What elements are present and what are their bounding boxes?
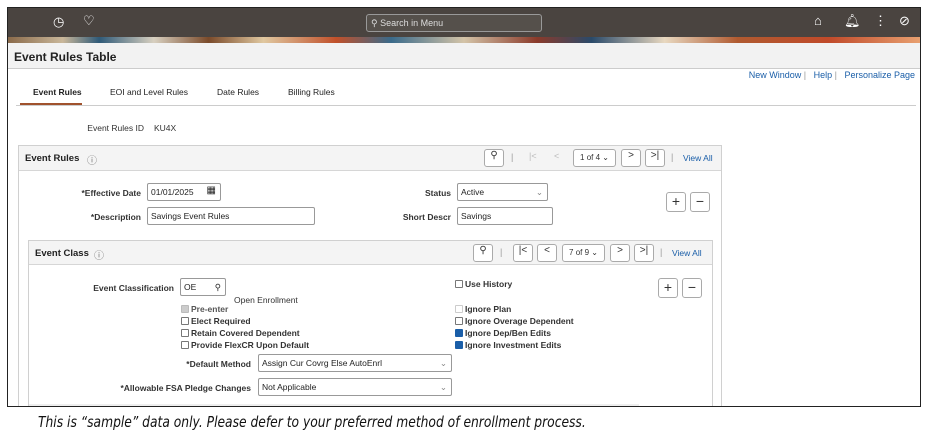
last-button[interactable]: >|	[634, 244, 654, 262]
previous-button[interactable]: <	[537, 244, 557, 262]
effective-date-label: *Effective Date	[81, 188, 141, 198]
row-pager-select[interactable]: 7 of 9 ⌄	[562, 244, 605, 262]
notifications-icon[interactable]: 🔔︎	[844, 13, 861, 29]
tab-event-rules[interactable]: Event Rules	[33, 87, 82, 97]
event-classification-label: Event Classification	[93, 283, 174, 293]
navigator-icon[interactable]: ⊘	[899, 13, 910, 29]
delete-row-button[interactable]: −	[682, 278, 702, 298]
previous-button[interactable]: <	[554, 151, 559, 161]
event-rules-panel: Event Rules ⓘ ⚲ | |< < 1 of 4 ⌄ > >| | V…	[18, 145, 722, 406]
next-button[interactable]: >	[610, 244, 630, 262]
event-class-title: Event Class	[35, 248, 89, 259]
ignore-plan-checkbox[interactable]: Ignore Plan	[455, 303, 574, 315]
history-icon[interactable]: ◷	[53, 14, 64, 30]
pre-enter-checkbox[interactable]: Pre-enter	[181, 303, 309, 315]
first-button[interactable]: |<	[529, 151, 537, 161]
help-icon[interactable]: ⓘ	[94, 247, 104, 262]
find-button[interactable]: ⚲	[473, 244, 493, 262]
find-button[interactable]: ⚲	[484, 149, 504, 167]
event-rules-id-value: KU4X	[154, 123, 177, 133]
tab-eoi-level-rules[interactable]: EOI and Level Rules	[110, 87, 188, 97]
delete-row-button[interactable]: −	[690, 192, 710, 212]
short-descr-label: Short Descr	[402, 212, 451, 222]
search-icon: ⚲	[371, 18, 381, 28]
actions-icon[interactable]: ⋮	[874, 13, 887, 29]
row-pager-select[interactable]: 1 of 4 ⌄	[573, 149, 616, 167]
lookup-icon[interactable]: ⚲	[215, 282, 221, 293]
personalize-page-link[interactable]: Personalize Page	[844, 70, 915, 80]
calendar-icon[interactable]: ▦	[207, 185, 216, 196]
status-label: Status	[425, 188, 451, 198]
add-row-button[interactable]: +	[666, 192, 686, 212]
event-classification-input[interactable]: OE ⚲	[180, 278, 226, 296]
provide-flexcr-checkbox[interactable]: Provide FlexCR Upon Default	[181, 339, 309, 351]
first-button[interactable]: |<	[513, 244, 533, 262]
top-navbar: ◷ ♡ ⚲ Search in Menu ⌂ 🔔︎ ⋮ ⊘	[8, 8, 920, 37]
view-all-link[interactable]: View All	[683, 153, 713, 163]
description-label: *Description	[90, 212, 141, 222]
left-checkbox-group: Pre-enter Elect Required Retain Covered …	[181, 303, 309, 351]
event-rules-id-label: Event Rules ID	[87, 123, 144, 133]
ignore-overage-dependent-checkbox[interactable]: Ignore Overage Dependent	[455, 315, 574, 327]
scroll-region	[29, 404, 639, 406]
default-method-label: *Default Method	[186, 359, 251, 369]
right-checkbox-group: Ignore Plan Ignore Overage Dependent Ign…	[455, 303, 574, 351]
elect-required-checkbox[interactable]: Elect Required	[181, 315, 309, 327]
home-icon[interactable]: ⌂	[814, 13, 822, 28]
event-rules-title: Event Rules	[25, 153, 80, 164]
default-method-select[interactable]: Assign Cur Covrg Else AutoEnrl ⌄	[258, 354, 452, 372]
favorites-icon[interactable]: ♡	[83, 13, 95, 29]
page-title: Event Rules Table	[14, 50, 117, 64]
help-link[interactable]: Help	[814, 70, 833, 80]
ignore-dep-ben-edits-checkbox[interactable]: Ignore Dep/Ben Edits	[455, 327, 574, 339]
title-bar: Event Rules Table	[8, 43, 920, 69]
app-window: ◷ ♡ ⚲ Search in Menu ⌂ 🔔︎ ⋮ ⊘ Event Rule…	[7, 7, 921, 407]
view-all-link[interactable]: View All	[672, 248, 702, 258]
caption: This is “sample” data only. Please defer…	[38, 413, 586, 431]
description-input[interactable]: Savings Event Rules	[147, 207, 315, 225]
tab-date-rules[interactable]: Date Rules	[217, 87, 259, 97]
use-history-checkbox[interactable]: Use History	[455, 279, 512, 289]
effective-date-input[interactable]: 01/01/2025 ▦	[147, 183, 221, 201]
short-descr-input[interactable]: Savings	[457, 207, 553, 225]
next-button[interactable]: >	[621, 149, 641, 167]
add-row-button[interactable]: +	[658, 278, 678, 298]
ignore-investment-edits-checkbox[interactable]: Ignore Investment Edits	[455, 339, 574, 351]
search-menu-input[interactable]: ⚲ Search in Menu	[366, 14, 542, 32]
tab-billing-rules[interactable]: Billing Rules	[288, 87, 335, 97]
new-window-link[interactable]: New Window	[749, 70, 802, 80]
status-select[interactable]: Active ⌄	[457, 183, 548, 201]
fsa-pledge-label: *Allowable FSA Pledge Changes	[120, 383, 251, 393]
help-icon[interactable]: ⓘ	[87, 152, 97, 167]
fsa-pledge-select[interactable]: Not Applicable ⌄	[258, 378, 452, 396]
last-button[interactable]: >|	[645, 149, 665, 167]
retain-covered-dependent-checkbox[interactable]: Retain Covered Dependent	[181, 327, 309, 339]
event-class-panel: Event Class ⓘ ⚲ | |< < 7 of 9 ⌄ > >| | V…	[28, 240, 713, 406]
